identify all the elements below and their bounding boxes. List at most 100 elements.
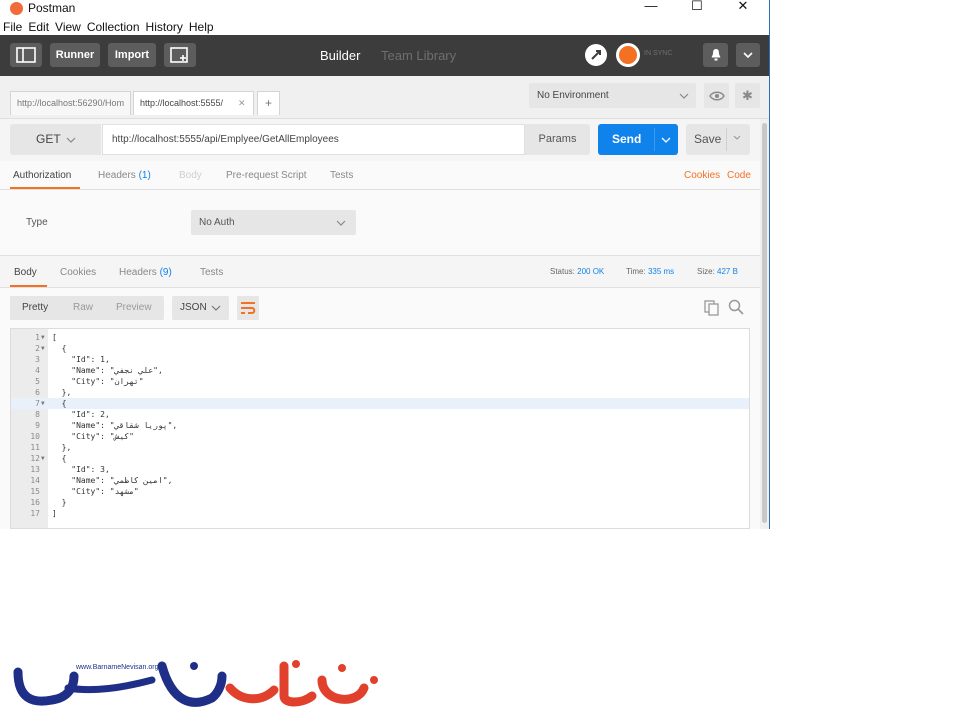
view-mode-preview[interactable]: Preview [116, 302, 152, 313]
method-value: GET [36, 132, 61, 146]
status-value: 200 OK [577, 267, 605, 276]
tab-response-tests[interactable]: Tests [200, 267, 223, 278]
fold-toggle-icon[interactable]: ▼ [41, 453, 45, 464]
view-mode-raw[interactable]: Raw [73, 302, 93, 313]
import-button[interactable]: Import [108, 43, 156, 67]
close-tab-icon[interactable]: ✕ [238, 92, 246, 114]
line-number: 11 [30, 443, 40, 452]
chevron-down-icon [679, 93, 689, 99]
code-text: [ [52, 333, 57, 342]
format-select[interactable]: JSON [172, 296, 229, 320]
save-button[interactable]: Save [686, 124, 750, 155]
response-headers-count-badge: (9) [159, 267, 172, 278]
tab-prerequest-script[interactable]: Pre-request Script [226, 170, 307, 181]
code-line: 6 }, [11, 387, 749, 398]
search-icon[interactable] [728, 299, 744, 315]
response-body-editor[interactable]: 1 ▼[2 ▼ {3 "Id": 1, 4 "Name": "علي نجفي", 5 … [10, 328, 750, 529]
runner-button[interactable]: Runner [50, 43, 100, 67]
code-link[interactable]: Code [727, 170, 751, 181]
line-number: 15 [30, 487, 40, 496]
settings-dropdown-button[interactable] [736, 43, 760, 67]
line-number: 2 [35, 344, 40, 353]
scrollbar-thumb[interactable] [762, 123, 767, 523]
tab-headers[interactable]: Headers (1) [98, 170, 151, 181]
window-title: Postman [28, 1, 76, 15]
tab-tests[interactable]: Tests [330, 170, 353, 181]
menu-history[interactable]: History [143, 18, 186, 34]
tab-builder[interactable]: Builder [320, 48, 360, 63]
code-line: 11 }, [11, 442, 749, 453]
view-mode-switcher: Pretty Raw Preview [10, 296, 164, 320]
view-mode-pretty[interactable]: Pretty [22, 302, 48, 313]
line-number: 8 [35, 410, 40, 419]
sync-icon[interactable] [616, 43, 640, 67]
request-tabs-bar: http://localhost:56290/Hom http://localh… [0, 76, 769, 119]
tab-response-headers[interactable]: Headers (9) [119, 267, 172, 278]
code-text: "Name": "علي نجفي", [52, 366, 163, 375]
line-number: 12 [30, 454, 40, 463]
tab-team-library[interactable]: Team Library [381, 48, 456, 63]
url-input[interactable]: http://localhost:5555/api/Emplyee/GetAll… [102, 124, 525, 155]
code-text: }, [52, 388, 72, 397]
environment-select[interactable]: No Environment [529, 83, 696, 108]
menu-view[interactable]: View [52, 18, 84, 34]
sidebar-toggle-button[interactable] [10, 43, 42, 67]
method-select[interactable]: GET [10, 124, 101, 155]
vertical-scrollbar[interactable] [760, 119, 769, 529]
close-button[interactable]: ✕ [720, 0, 766, 18]
new-tab-button[interactable]: + [257, 91, 280, 115]
line-number: 17 [30, 509, 40, 518]
code-text: "City": "کيش" [52, 432, 134, 441]
wrap-lines-button[interactable] [237, 296, 259, 320]
interceptor-icon[interactable] [585, 44, 607, 66]
url-row: GET http://localhost:5555/api/Emplyee/Ge… [0, 119, 760, 161]
menu-collection[interactable]: Collection [84, 18, 143, 34]
title-bar: Postman — ☐ ✕ [0, 0, 769, 18]
copy-icon[interactable] [704, 300, 719, 316]
request-tab-2[interactable]: http://localhost:5555/ ✕ [133, 91, 254, 115]
tab-authorization[interactable]: Authorization [13, 170, 71, 181]
code-text: "City": "مشهد" [52, 487, 139, 496]
auth-type-select[interactable]: No Auth [191, 210, 356, 235]
authorization-panel: Type No Auth [0, 190, 760, 256]
code-text: { [52, 454, 67, 463]
params-button[interactable]: Params [525, 124, 590, 155]
notifications-button[interactable] [703, 43, 728, 67]
menu-help[interactable]: Help [186, 18, 217, 34]
chevron-down-icon[interactable] [733, 135, 741, 140]
save-divider [726, 128, 727, 151]
site-logo: www.BarnameNevisan.org [12, 658, 384, 711]
postman-logo-icon [10, 2, 23, 15]
tab-response-body[interactable]: Body [14, 267, 37, 278]
chevron-down-icon[interactable] [661, 137, 671, 143]
minimize-button[interactable]: — [628, 0, 674, 18]
manage-environments-button[interactable]: ✱ [735, 83, 760, 108]
send-button[interactable]: Send [598, 124, 678, 155]
status-label: Status: [550, 267, 575, 276]
code-line: 17] [11, 508, 749, 519]
fold-toggle-icon[interactable]: ▼ [41, 343, 45, 354]
menu-file[interactable]: File [0, 18, 25, 34]
auth-type-selected: No Auth [199, 217, 235, 228]
chevron-down-icon [743, 52, 753, 59]
fold-toggle-icon[interactable]: ▼ [41, 398, 45, 409]
tab-body[interactable]: Body [179, 170, 202, 181]
response-view-controls: Pretty Raw Preview JSON [0, 288, 760, 328]
time-value: 335 ms [647, 267, 675, 276]
cookies-link[interactable]: Cookies [684, 170, 720, 181]
new-window-button[interactable] [164, 43, 196, 67]
request-tab-1[interactable]: http://localhost:56290/Hom [10, 91, 131, 115]
size-value: 427 B [717, 267, 738, 276]
fold-toggle-icon[interactable]: ▼ [41, 332, 45, 343]
code-text: "Id": 3, [52, 465, 110, 474]
maximize-button[interactable]: ☐ [674, 0, 720, 18]
line-number: 10 [30, 432, 40, 441]
tab-response-headers-label: Headers [119, 267, 157, 278]
tab-response-cookies[interactable]: Cookies [60, 267, 96, 278]
auth-type-label: Type [26, 217, 48, 228]
code-line: 3 "Id": 1, [11, 354, 749, 365]
menu-edit[interactable]: Edit [25, 18, 52, 34]
code-text: } [52, 498, 67, 507]
environment-quick-look-button[interactable] [704, 83, 729, 108]
code-line: 15 "City": "مشهد" [11, 486, 749, 497]
